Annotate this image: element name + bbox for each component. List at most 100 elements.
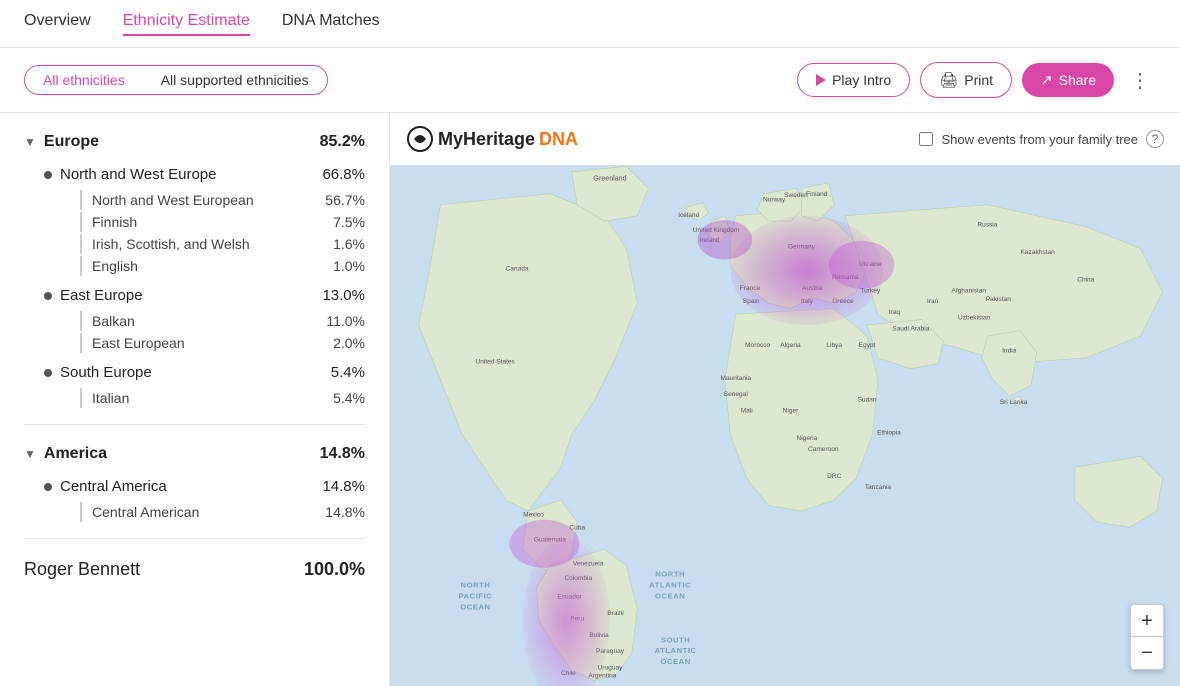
svg-text:Libya: Libya: [826, 342, 842, 349]
central-america-details: Central American 14.8%: [80, 502, 365, 522]
svg-text:Iraq: Iraq: [889, 309, 901, 316]
sub-region-central-america: Central America 14.8% Central American 1…: [44, 475, 365, 522]
print-button[interactable]: 🖨 Print: [920, 62, 1012, 98]
region-america-header[interactable]: ▼ America 14.8%: [24, 441, 365, 467]
svg-text:Norway: Norway: [763, 196, 786, 203]
svg-text:China: China: [1077, 276, 1094, 283]
nav-dna-matches[interactable]: DNA Matches: [282, 12, 380, 36]
nav-overview[interactable]: Overview: [24, 12, 91, 36]
sub-region-central-america-header[interactable]: Central America 14.8%: [44, 475, 365, 498]
top-navigation: Overview Ethnicity Estimate DNA Matches: [0, 0, 1180, 48]
svg-text:Cameroon: Cameroon: [808, 446, 839, 453]
svg-text:NORTH: NORTH: [461, 581, 491, 590]
map-header: MyHeritage DNA Show events from your fam…: [390, 113, 1180, 166]
chevron-america: ▼: [24, 447, 36, 461]
detail-north-west-european: North and West European 56.7%: [80, 190, 365, 210]
svg-text:Russia: Russia: [977, 222, 997, 229]
show-events-checkbox[interactable]: [919, 132, 933, 146]
svg-text:Mexico: Mexico: [523, 511, 544, 518]
svg-text:Morocco: Morocco: [745, 342, 770, 349]
sub-region-south-europe-header[interactable]: South Europe 5.4%: [44, 361, 365, 384]
filter-all-supported[interactable]: All supported ethnicities: [143, 66, 327, 94]
sub-region-north-west-europe: North and West Europe 66.8% North and We…: [44, 163, 365, 276]
sub-region-central-america-percent: 14.8%: [322, 478, 365, 495]
detail-irish-scottish-welsh: Irish, Scottish, and Welsh 1.6%: [80, 234, 365, 254]
svg-text:Afghanistan: Afghanistan: [951, 287, 986, 294]
svg-text:Algeria: Algeria: [780, 342, 801, 349]
ethnicity-filter-pills: All ethnicities All supported ethnicitie…: [24, 65, 328, 95]
sub-region-south-europe: South Europe 5.4% Italian 5.4%: [44, 361, 365, 408]
svg-text:United States: United States: [476, 358, 516, 365]
region-america-percent: 14.8%: [320, 445, 365, 463]
bullet-south-europe: [44, 369, 52, 377]
action-buttons: Play Intro 🖨 Print ↗ Share ⋮: [797, 62, 1156, 98]
svg-text:Sudan: Sudan: [858, 397, 877, 404]
sub-region-south-europe-label: South Europe: [60, 364, 152, 381]
region-europe-percent: 85.2%: [320, 133, 365, 151]
play-intro-button[interactable]: Play Intro: [797, 63, 910, 97]
zoom-in-button[interactable]: +: [1131, 605, 1163, 637]
svg-text:India: India: [1002, 347, 1017, 354]
zoom-controls: + −: [1130, 604, 1164, 670]
help-icon[interactable]: ?: [1146, 130, 1164, 148]
svg-text:Finland: Finland: [806, 191, 828, 198]
svg-text:OCEAN: OCEAN: [660, 657, 690, 666]
svg-text:SOUTH: SOUTH: [661, 635, 690, 644]
total-name: Roger Bennett: [24, 559, 140, 580]
world-map[interactable]: NORTH PACIFIC OCEAN NORTH ATLANTIC OCEAN…: [390, 161, 1180, 686]
svg-text:Pakistan: Pakistan: [986, 296, 1011, 303]
svg-text:Greenland: Greenland: [593, 175, 626, 183]
total-percent: 100.0%: [304, 559, 365, 580]
sub-region-north-west-europe-percent: 66.8%: [322, 166, 365, 183]
nav-ethnicity-estimate[interactable]: Ethnicity Estimate: [123, 12, 250, 36]
svg-text:OCEAN: OCEAN: [655, 592, 685, 601]
svg-text:Kazakhstan: Kazakhstan: [1021, 249, 1056, 256]
sub-region-north-west-europe-header[interactable]: North and West Europe 66.8%: [44, 163, 365, 186]
region-america: ▼ America 14.8% Central America 14.8% Ce…: [24, 441, 365, 522]
sub-region-central-america-label: Central America: [60, 478, 167, 495]
svg-text:Nigeria: Nigeria: [797, 435, 818, 442]
svg-text:Iceland: Iceland: [678, 212, 699, 219]
detail-finnish: Finnish 7.5%: [80, 212, 365, 232]
svg-text:Niger: Niger: [783, 408, 799, 415]
sub-region-east-europe-label: East Europe: [60, 287, 143, 304]
bullet-east-europe: [44, 292, 52, 300]
zoom-out-button[interactable]: −: [1131, 637, 1163, 669]
svg-text:Uzbekistan: Uzbekistan: [958, 315, 991, 322]
svg-text:Mali: Mali: [741, 408, 754, 415]
south-europe-details: Italian 5.4%: [80, 388, 365, 408]
svg-text:Egypt: Egypt: [859, 342, 876, 349]
svg-text:Mauritania: Mauritania: [720, 375, 751, 382]
uk-ethnicity-blob: [698, 220, 753, 259]
filter-bar: All ethnicities All supported ethnicitie…: [0, 48, 1180, 113]
svg-text:PACIFIC: PACIFIC: [459, 592, 493, 601]
detail-east-european: East European 2.0%: [80, 333, 365, 353]
sub-region-east-europe: East Europe 13.0% Balkan 11.0% East Euro…: [44, 284, 365, 353]
print-icon: 🖨: [939, 71, 958, 89]
svg-text:DRC: DRC: [827, 473, 841, 480]
sub-region-east-europe-percent: 13.0%: [322, 287, 365, 304]
total-row: Roger Bennett 100.0%: [24, 555, 365, 584]
main-content: ▼ Europe 85.2% North and West Europe 66.…: [0, 113, 1180, 686]
sub-region-south-europe-percent: 5.4%: [331, 364, 365, 381]
svg-text:Senegal: Senegal: [724, 391, 749, 398]
svg-text:Canada: Canada: [506, 265, 529, 272]
svg-text:Sweden: Sweden: [784, 192, 808, 199]
region-europe-header[interactable]: ▼ Europe 85.2%: [24, 129, 365, 155]
bullet-north-west-europe: [44, 171, 52, 179]
bullet-central-america: [44, 483, 52, 491]
sub-region-east-europe-header[interactable]: East Europe 13.0%: [44, 284, 365, 307]
show-events-label: Show events from your family tree: [941, 132, 1138, 147]
north-west-europe-details: North and West European 56.7% Finnish 7.…: [80, 190, 365, 276]
share-button[interactable]: ↗ Share: [1022, 63, 1114, 97]
myheritage-logo: MyHeritage DNA: [406, 125, 578, 153]
svg-text:Ethiopia: Ethiopia: [877, 429, 901, 436]
chevron-europe: ▼: [24, 135, 36, 149]
ethnicity-sidebar: ▼ Europe 85.2% North and West Europe 66.…: [0, 113, 390, 686]
region-europe: ▼ Europe 85.2% North and West Europe 66.…: [24, 129, 365, 408]
filter-all-ethnicities[interactable]: All ethnicities: [25, 66, 143, 94]
more-options-button[interactable]: ⋮: [1124, 64, 1156, 96]
logo-icon: [406, 125, 434, 153]
detail-balkan: Balkan 11.0%: [80, 311, 365, 331]
logo-dna: DNA: [539, 129, 578, 150]
